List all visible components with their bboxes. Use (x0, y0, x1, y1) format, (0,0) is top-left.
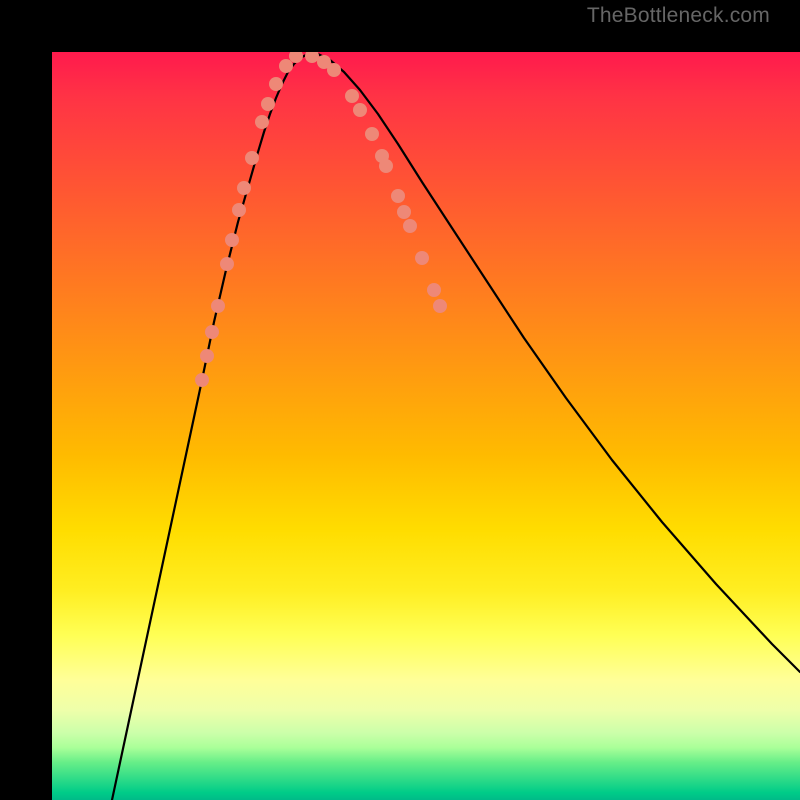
data-point-marker (225, 233, 239, 247)
data-point-marker (195, 373, 209, 387)
data-point-marker (403, 219, 417, 233)
data-point-marker (379, 159, 393, 173)
bottleneck-curve (112, 54, 800, 800)
data-point-marker (211, 299, 225, 313)
data-point-marker (245, 151, 259, 165)
curve-layer (52, 52, 800, 800)
data-point-marker (397, 205, 411, 219)
data-point-marker (279, 59, 293, 73)
data-point-marker (345, 89, 359, 103)
data-point-marker (200, 349, 214, 363)
data-point-marker (237, 181, 251, 195)
data-point-marker (415, 251, 429, 265)
data-point-marker (353, 103, 367, 117)
data-point-marker (205, 325, 219, 339)
watermark-text: TheBottleneck.com (587, 4, 770, 28)
data-point-marker (427, 283, 441, 297)
data-point-marker (232, 203, 246, 217)
plot-area (52, 52, 800, 800)
data-point-marker (261, 97, 275, 111)
data-point-marker (365, 127, 379, 141)
data-point-marker (391, 189, 405, 203)
data-point-marker (220, 257, 234, 271)
chart-frame (0, 0, 800, 800)
data-point-marker (269, 77, 283, 91)
data-point-marker (327, 63, 341, 77)
data-point-marker (433, 299, 447, 313)
data-point-marker (305, 52, 319, 63)
data-point-marker (255, 115, 269, 129)
